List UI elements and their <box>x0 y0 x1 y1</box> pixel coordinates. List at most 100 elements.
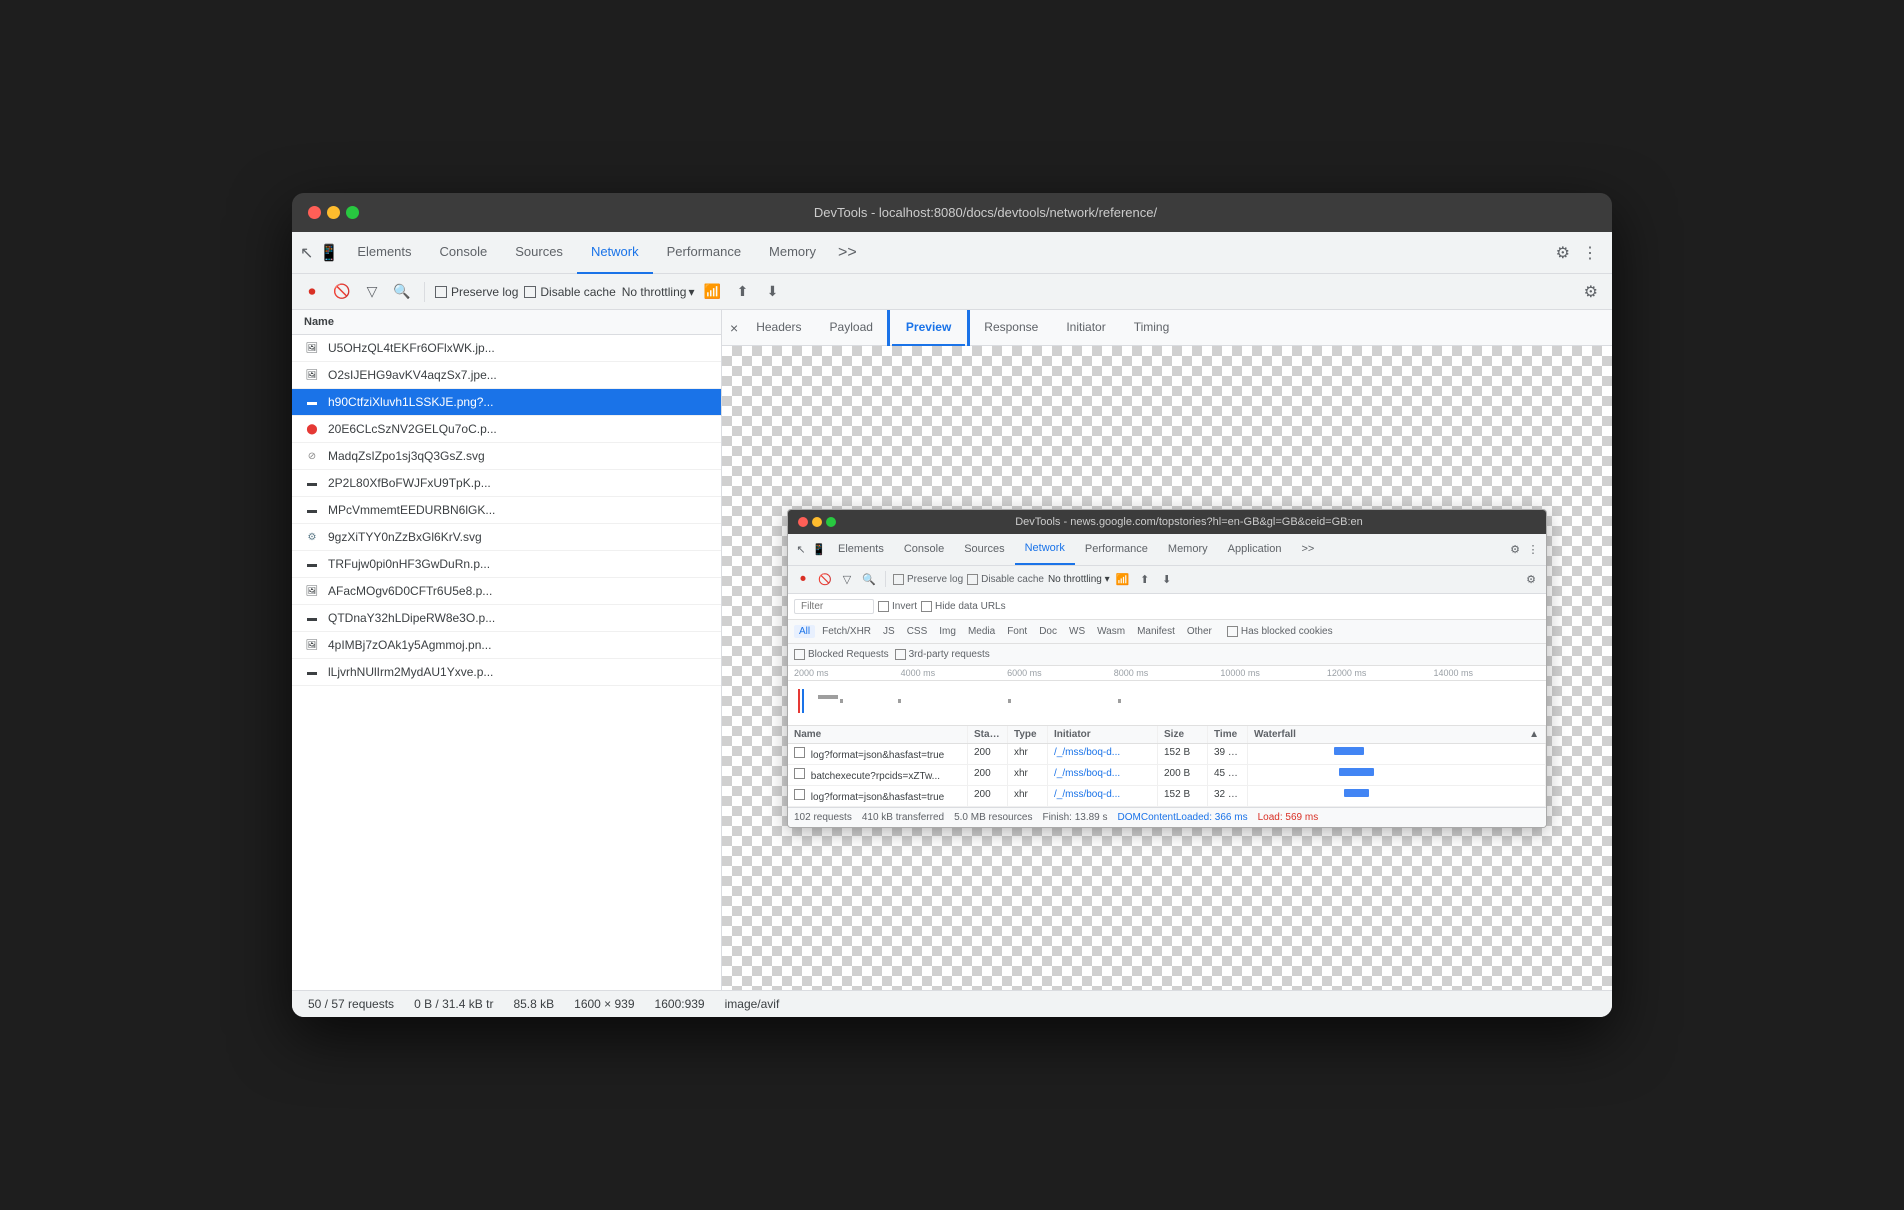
tab-initiator[interactable]: Initiator <box>1052 310 1119 346</box>
devtools-tabs: ↖ 📱 Elements Console Sources Network Per… <box>292 232 1612 274</box>
file-type-icon: ▬ <box>304 502 320 518</box>
file-list-header: Name <box>292 310 721 335</box>
blocked-cookies-checkbox <box>1227 626 1238 637</box>
nested-tab-performance: Performance <box>1075 533 1158 565</box>
download-icon[interactable]: ⬇ <box>760 280 784 304</box>
col-name: Name <box>788 726 968 743</box>
cell-status: 200 <box>968 786 1008 806</box>
wifi-icon[interactable]: 📶 <box>700 280 724 304</box>
file-name: TRFujw0pi0nHF3GwDuRn.p... <box>328 557 709 571</box>
tab-performance[interactable]: Performance <box>653 232 755 274</box>
cell-name: log?format=json&hasfast=true <box>788 744 968 764</box>
tab-payload[interactable]: Payload <box>816 310 887 346</box>
network-toolbar: ⏺ 🚫 ▽ 🔍 Preserve log Disable cache No th… <box>292 274 1612 310</box>
preserve-log-label[interactable]: Preserve log <box>435 285 518 299</box>
file-type-icon: 🖼 <box>304 583 320 599</box>
list-item[interactable]: ▬ QTDnaY32hLDipeRW8e3O.p... <box>292 605 721 632</box>
waterfall-bar <box>1334 747 1364 755</box>
disable-cache-checkbox[interactable] <box>524 286 536 298</box>
clear-button[interactable]: 🚫 <box>330 280 354 304</box>
device-icon[interactable]: 📱 <box>319 243 339 263</box>
cell-type: xhr <box>1008 744 1048 764</box>
devtools-window: DevTools - localhost:8080/docs/devtools/… <box>292 193 1612 1017</box>
list-item[interactable]: ⚙ 9gzXiTYY0nZzBxGl6KrV.svg <box>292 524 721 551</box>
nested-tab-application: Application <box>1218 533 1292 565</box>
cell-name: batchexecute?rpcids=xZTw... <box>788 765 968 785</box>
file-name: 4pIMBj7zOAk1y5Agmmoj.pn... <box>328 638 709 652</box>
filter-input <box>794 599 874 614</box>
tab-network[interactable]: Network <box>577 232 653 274</box>
resource-size: 85.8 kB <box>513 997 554 1011</box>
type-ws: WS <box>1064 625 1090 638</box>
list-item[interactable]: 🖼 O2sIJEHG9avKV4aqzSx7.jpe... <box>292 362 721 389</box>
tab-headers[interactable]: Headers <box>742 310 815 346</box>
list-item[interactable]: ⬤ 20E6CLcSzNV2GELQu7oC.p... <box>292 416 721 443</box>
list-item[interactable]: 🖼 4pIMBj7zOAk1y5Agmmoj.pn... <box>292 632 721 659</box>
cell-time: 39 ms <box>1208 744 1248 764</box>
nested-status-bar: 102 requests 410 kB transferred 5.0 MB r… <box>788 807 1546 827</box>
list-item[interactable]: ▬ lLjvrhNUlIrm2MydAU1Yxve.p... <box>292 659 721 686</box>
disable-cache-label[interactable]: Disable cache <box>524 285 615 299</box>
nested-tab-console: Console <box>894 533 954 565</box>
file-name: MadqZsIZpo1sj3qQ3GsZ.svg <box>328 449 709 463</box>
ruler-mark: 10000 ms <box>1220 668 1327 678</box>
more-options-icon[interactable]: ⋮ <box>1576 237 1604 269</box>
tab-preview[interactable]: Preview <box>892 310 965 346</box>
invert-label: Invert <box>878 601 917 612</box>
list-item[interactable]: ▬ MPcVmmemtEEDURBN6lGK... <box>292 497 721 524</box>
maximize-button[interactable] <box>346 206 359 219</box>
filter-row: Invert Hide data URLs <box>788 594 1546 620</box>
network-settings-icon[interactable]: ⚙ <box>1578 276 1604 308</box>
file-name: 9gzXiTYY0nZzBxGl6KrV.svg <box>328 530 709 544</box>
cell-initiator: /_/mss/boq-d... <box>1048 786 1158 806</box>
preserve-log-checkbox[interactable] <box>435 286 447 298</box>
panel-close-button[interactable]: × <box>730 320 738 336</box>
nested-filter-icon: ▽ <box>838 570 856 588</box>
nested-throttle-label: No throttling ▾ <box>1048 574 1110 585</box>
nested-upload-icon: ⬆ <box>1136 570 1154 588</box>
list-item[interactable]: ▬ TRFujw0pi0nHF3GwDuRn.p... <box>292 551 721 578</box>
tab-memory[interactable]: Memory <box>755 232 830 274</box>
record-button[interactable]: ⏺ <box>300 280 324 304</box>
throttle-select[interactable]: No throttling ▾ <box>622 285 695 299</box>
more-tabs-button[interactable]: >> <box>830 244 865 262</box>
cell-size: 152 B <box>1158 744 1208 764</box>
tab-timing[interactable]: Timing <box>1120 310 1184 346</box>
minimize-button[interactable] <box>327 206 340 219</box>
settings-gear-icon[interactable]: ⚙ <box>1550 237 1576 269</box>
col-time: Time <box>1208 726 1248 743</box>
image-coords: 1600:939 <box>655 997 705 1011</box>
list-item[interactable]: ⊘ MadqZsIZpo1sj3qQ3GsZ.svg <box>292 443 721 470</box>
tab-sources[interactable]: Sources <box>501 232 577 274</box>
upload-icon[interactable]: ⬆ <box>730 280 754 304</box>
type-manifest: Manifest <box>1132 625 1180 638</box>
file-type-icon: 🖼 <box>304 340 320 356</box>
ruler-mark: 6000 ms <box>1007 668 1114 678</box>
tab-response[interactable]: Response <box>970 310 1052 346</box>
timeline-ruler: 2000 ms 4000 ms 6000 ms 8000 ms 10000 ms… <box>788 666 1546 681</box>
hide-data-checkbox <box>921 601 932 612</box>
nested-maximize-icon <box>826 517 836 527</box>
nested-tab-memory: Memory <box>1158 533 1218 565</box>
file-type-icon: ⊘ <box>304 448 320 464</box>
tab-elements[interactable]: Elements <box>343 232 425 274</box>
search-icon[interactable]: 🔍 <box>390 280 414 304</box>
close-button[interactable] <box>308 206 321 219</box>
tab-console[interactable]: Console <box>426 232 502 274</box>
col-initiator: Initiator <box>1048 726 1158 743</box>
list-item[interactable]: ▬ 2P2L80XfBoFWJFxU9TpK.p... <box>292 470 721 497</box>
filter-icon[interactable]: ▽ <box>360 280 384 304</box>
blocked-requests-checkbox <box>794 649 805 660</box>
timeline-bars <box>788 681 1546 721</box>
list-item[interactable]: 🖼 U5OHzQL4tEKFr6OFlxWK.jp... <box>292 335 721 362</box>
list-item[interactable]: 🖼 AFacMOgv6D0CFTr6U5e8.p... <box>292 578 721 605</box>
col-type: Type <box>1008 726 1048 743</box>
file-name: h90CtfziXluvh1LSSKJE.png?... <box>328 395 709 409</box>
blocked-cookies-label: Has blocked cookies <box>1227 626 1333 637</box>
nested-disable-cache-checkbox <box>967 574 978 585</box>
file-type-icon: ⬤ <box>304 421 320 437</box>
cursor-icon[interactable]: ↖ <box>300 243 313 263</box>
nested-minimize-icon <box>812 517 822 527</box>
list-item-selected[interactable]: ▬ h90CtfziXluvh1LSSKJE.png?... <box>292 389 721 416</box>
cell-type: xhr <box>1008 765 1048 785</box>
